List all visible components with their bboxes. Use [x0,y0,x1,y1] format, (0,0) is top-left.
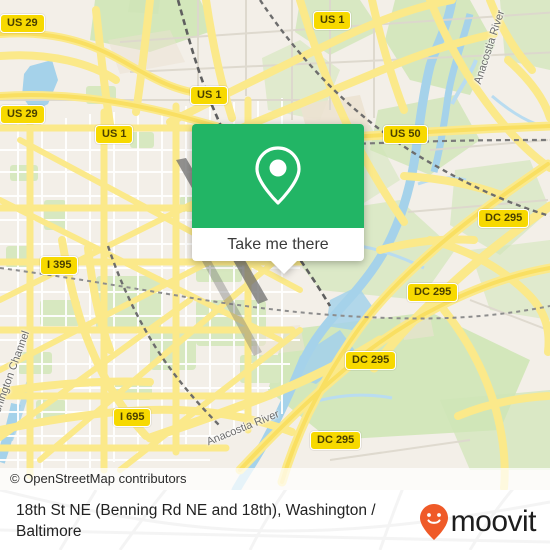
route-shield: DC 295 [345,351,397,370]
moovit-pin-smile-icon [419,504,448,540]
map-attribution[interactable]: © OpenStreetMap contributors [0,468,550,490]
route-shield: US 50 [383,125,428,144]
route-shield: US 29 [0,105,45,124]
route-shield: US 1 [190,86,229,105]
take-me-there-button[interactable]: Take me there [192,228,364,261]
route-shield: US 1 [95,125,134,144]
route-shield: DC 295 [310,431,362,450]
route-shield: DC 295 [478,209,530,228]
callout-icon-area [192,124,364,228]
footer-content: 18th St NE (Benning Rd NE and 18th), Was… [0,490,550,550]
route-shield: DC 295 [407,283,459,302]
location-callout-card[interactable]: Take me there [192,124,364,274]
place-title: 18th St NE (Benning Rd NE and 18th), Was… [16,502,376,540]
take-me-there-label: Take me there [227,235,329,253]
route-shield: US 29 [0,14,45,33]
route-shield: I 695 [113,408,152,427]
moovit-logo[interactable]: moovit [419,500,537,541]
callout-tail [270,260,298,274]
route-shield: US 1 [313,11,352,30]
route-shield: I 395 [40,256,79,275]
map-pin-icon [255,146,301,205]
moovit-wordmark: moovit [450,505,537,538]
screenshot-root: US 29 US 1 US 1 US 29 US 1 US 50 DC 295 … [0,0,550,550]
footer-bar: 18th St NE (Benning Rd NE and 18th), Was… [0,490,550,550]
